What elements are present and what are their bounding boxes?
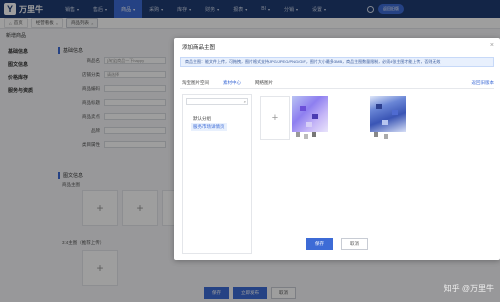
pixel-block	[392, 110, 398, 115]
pixel-block	[300, 106, 306, 111]
folder-panel: ⌕ 默认分组 服务市场详情页	[182, 94, 252, 254]
pixel-block	[312, 114, 318, 119]
upload-notice: 商品主图：能文件上传，可拖拽，图片格式支持JPG/JPEG/PNG/GIF，图片…	[180, 57, 494, 67]
divider	[180, 88, 494, 89]
dialog-title: 添加商品主图	[182, 45, 216, 51]
pixel-block	[304, 134, 308, 139]
search-icon: ⌕	[243, 99, 246, 104]
close-icon[interactable]: ×	[490, 42, 494, 49]
pixel-block	[374, 132, 378, 137]
pixel-block	[296, 132, 300, 137]
dialog-actions: 保存 取消	[174, 238, 500, 250]
confirm-button[interactable]: 保存	[306, 238, 333, 250]
folder-search-input[interactable]: ⌕	[186, 98, 248, 105]
watermark: 知乎 @万里牛	[443, 284, 494, 293]
pixel-block	[376, 104, 382, 109]
plus-icon: +	[271, 112, 279, 124]
thumbnail-image	[370, 96, 406, 132]
folder-item[interactable]: 默认分组	[191, 115, 213, 123]
upload-image-button[interactable]: +	[260, 96, 290, 140]
pixel-block	[306, 122, 312, 127]
pixel-block	[312, 132, 316, 137]
image-thumbnail[interactable]	[292, 96, 328, 140]
folder-item[interactable]: 服务市场详情页	[191, 123, 227, 131]
pixel-block	[384, 134, 388, 139]
legacy-link[interactable]: 返回旧版本	[472, 80, 495, 86]
pixel-block	[382, 120, 388, 125]
add-main-image-dialog: 添加商品主图 × 商品主图：能文件上传，可拖拽，图片格式支持JPG/JPEG/P…	[174, 38, 500, 260]
cancel-button[interactable]: 取消	[341, 238, 368, 250]
image-thumbnail[interactable]	[370, 96, 406, 140]
